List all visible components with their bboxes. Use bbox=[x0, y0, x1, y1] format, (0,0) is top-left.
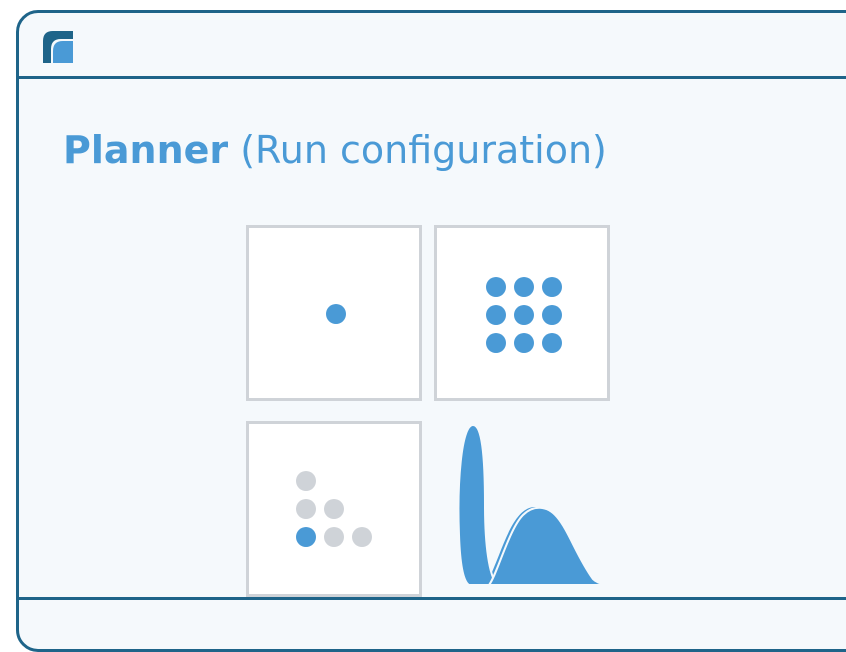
distribution-curves-icon bbox=[457, 425, 624, 586]
title-rest: (Run configuration) bbox=[228, 128, 607, 172]
brand-logo-icon bbox=[43, 31, 73, 63]
tile-grid-points bbox=[434, 225, 610, 401]
single-dot-icon bbox=[326, 304, 346, 324]
tile-adaptive-points bbox=[246, 421, 422, 597]
tile-single-point bbox=[246, 225, 422, 401]
title-strong: Planner bbox=[63, 128, 229, 172]
header-divider bbox=[19, 76, 846, 79]
footer-divider bbox=[19, 597, 846, 600]
staircase-dots-icon bbox=[296, 471, 372, 547]
planner-card: Planner (Run configuration) bbox=[16, 10, 846, 652]
page-title: Planner (Run configuration) bbox=[63, 125, 607, 175]
dot-grid-icon bbox=[486, 277, 562, 353]
